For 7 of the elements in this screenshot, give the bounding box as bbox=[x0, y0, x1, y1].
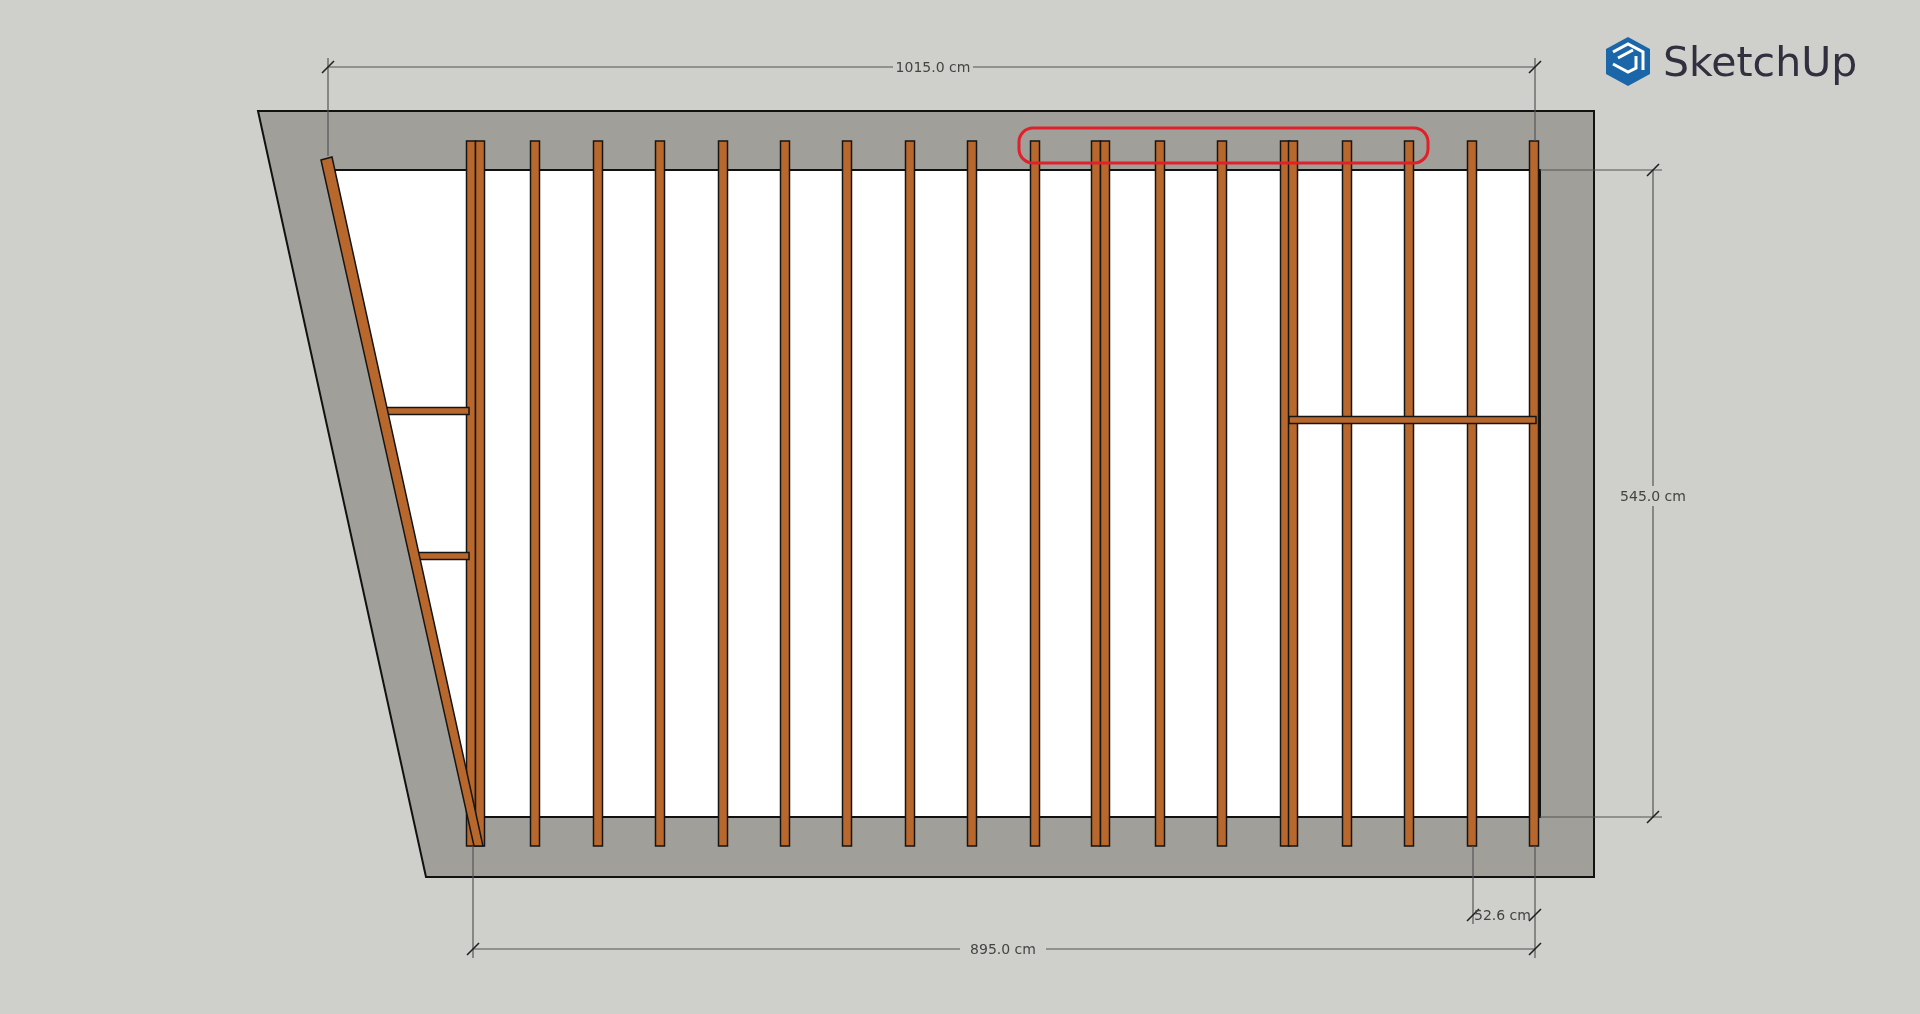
logo-wordmark: SketchUp bbox=[1663, 38, 1858, 86]
dimension-label: 52.6 cm bbox=[1474, 907, 1531, 923]
logo-icon bbox=[1606, 37, 1650, 86]
dimension-label: 1015.0 cm bbox=[895, 59, 971, 75]
viewport[interactable]: 1015.0 cm 545.0 cm 895.0 cm 52.6 cm SketchUp bbox=[0, 0, 1920, 1014]
dimension-label: 895.0 cm bbox=[970, 941, 1036, 957]
dimension-label: 545.0 cm bbox=[1620, 488, 1686, 504]
